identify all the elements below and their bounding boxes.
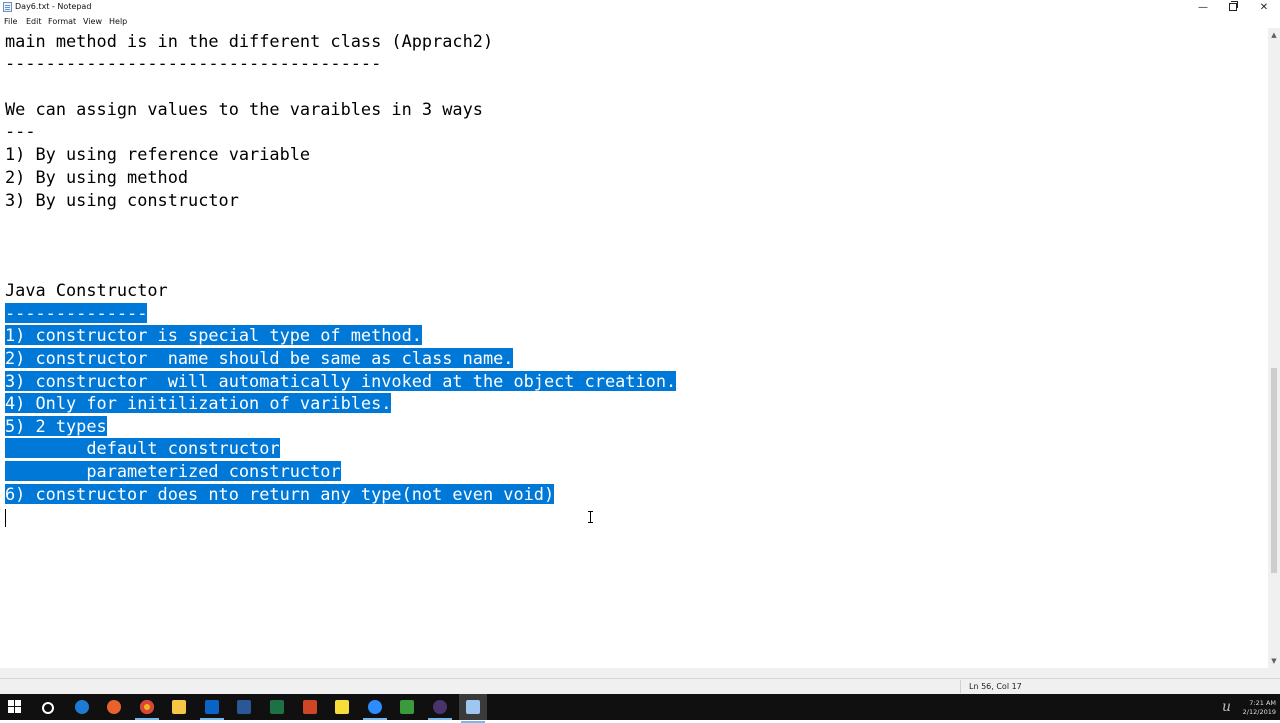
start-button[interactable]	[1, 697, 29, 717]
status-bar: Ln 56, Col 17	[0, 678, 1280, 694]
scroll-down-icon[interactable]: ▼	[1270, 656, 1278, 666]
taskbar-notepad[interactable]	[459, 694, 487, 723]
horizontal-scrollbar[interactable]	[0, 668, 1268, 678]
selected-text-line: default constructor	[5, 438, 280, 458]
taskbar-chrome[interactable]	[133, 697, 161, 720]
text-line: main method is in the different class (A…	[5, 31, 494, 51]
folder-icon	[172, 700, 186, 714]
text-editor[interactable]: main method is in the different class (A…	[0, 28, 1268, 668]
selected-text-line: 3) constructor will automatically invoke…	[5, 371, 677, 391]
taskbar-zoom[interactable]	[361, 697, 389, 720]
firefox-icon	[107, 700, 121, 714]
selected-text-line: 6) constructor does nto return any type(…	[5, 484, 555, 504]
taskbar-firefox[interactable]	[100, 697, 128, 717]
text-line: 2) By using method	[5, 167, 189, 187]
cursor-position: Ln 56, Col 17	[969, 682, 1022, 691]
menu-edit[interactable]: Edit	[26, 16, 42, 27]
restore-icon	[1229, 1, 1238, 11]
gvim-icon	[400, 700, 414, 714]
powerpoint-icon	[303, 700, 317, 714]
menu-file[interactable]: File	[4, 16, 17, 27]
vertical-scrollbar[interactable]: ▲ ▼	[1268, 28, 1280, 668]
window-title: Day6.txt - Notepad	[15, 2, 92, 11]
text-line: 1) By using reference variable	[5, 144, 311, 164]
menu-help[interactable]: Help	[109, 16, 127, 27]
zoom-icon	[368, 700, 382, 714]
taskbar-file-explorer[interactable]	[165, 697, 193, 717]
minimize-button[interactable]: —	[1188, 0, 1218, 15]
watermark-logo-icon: u	[1222, 699, 1232, 715]
scrollbar-corner	[1268, 668, 1280, 678]
taskbar-eclipse[interactable]	[426, 697, 454, 720]
text-caret	[5, 509, 6, 527]
scroll-up-icon[interactable]: ▲	[1270, 30, 1278, 40]
sticky-notes-icon	[335, 700, 349, 714]
search-button[interactable]	[33, 697, 61, 717]
taskbar-outlook[interactable]	[198, 697, 226, 720]
taskbar-excel[interactable]	[263, 697, 291, 717]
selected-text-line: 4) Only for initilization of varibles.	[5, 393, 392, 413]
taskbar-sticky-notes[interactable]	[328, 697, 356, 717]
clock-date[interactable]: 2/12/2019	[1243, 708, 1276, 716]
selected-text-line: --------------	[5, 303, 148, 323]
text-line: We can assign values to the varaibles in…	[5, 99, 483, 119]
title-bar: Day6.txt - Notepad — ✕	[0, 0, 1280, 15]
notepad-icon	[466, 700, 480, 714]
text-line: Java Constructor	[5, 280, 168, 300]
selected-text-line: parameterized constructor	[5, 461, 341, 481]
menu-format[interactable]: Format	[48, 16, 76, 27]
clock-time[interactable]: 7:21 AM	[1249, 699, 1276, 707]
taskbar: u 7:21 AM 2/12/2019	[0, 694, 1280, 723]
system-tray: u 7:21 AM 2/12/2019	[1222, 696, 1280, 718]
selected-text-line: 2) constructor name should be same as cl…	[5, 348, 514, 368]
notepad-icon	[3, 2, 12, 12]
windows-logo-icon	[8, 700, 22, 714]
selected-text-line: 5) 2 types	[5, 416, 107, 436]
scroll-thumb[interactable]	[1271, 368, 1277, 573]
excel-icon	[270, 700, 284, 714]
text-line: ---	[5, 121, 36, 141]
taskbar-edge[interactable]	[68, 697, 96, 717]
ibeam-cursor-icon	[587, 511, 595, 523]
taskbar-powerpoint[interactable]	[296, 697, 324, 717]
restore-button[interactable]	[1218, 0, 1248, 15]
taskbar-gvim[interactable]	[393, 697, 421, 717]
edge-icon	[75, 700, 89, 714]
eclipse-icon	[433, 700, 447, 714]
search-icon	[42, 702, 54, 714]
status-divider	[960, 680, 961, 693]
chrome-icon	[140, 700, 154, 714]
outlook-icon	[205, 700, 219, 714]
word-icon	[237, 700, 251, 714]
selected-text-line: 1) constructor is special type of method…	[5, 325, 422, 345]
menu-view[interactable]: View	[83, 16, 102, 27]
taskbar-word[interactable]	[230, 697, 258, 717]
close-button[interactable]: ✕	[1249, 0, 1279, 15]
text-line: 3) By using constructor	[5, 190, 239, 210]
menu-bar: File Edit Format View Help	[0, 15, 1280, 28]
text-line: -------------------------------------	[5, 53, 382, 73]
